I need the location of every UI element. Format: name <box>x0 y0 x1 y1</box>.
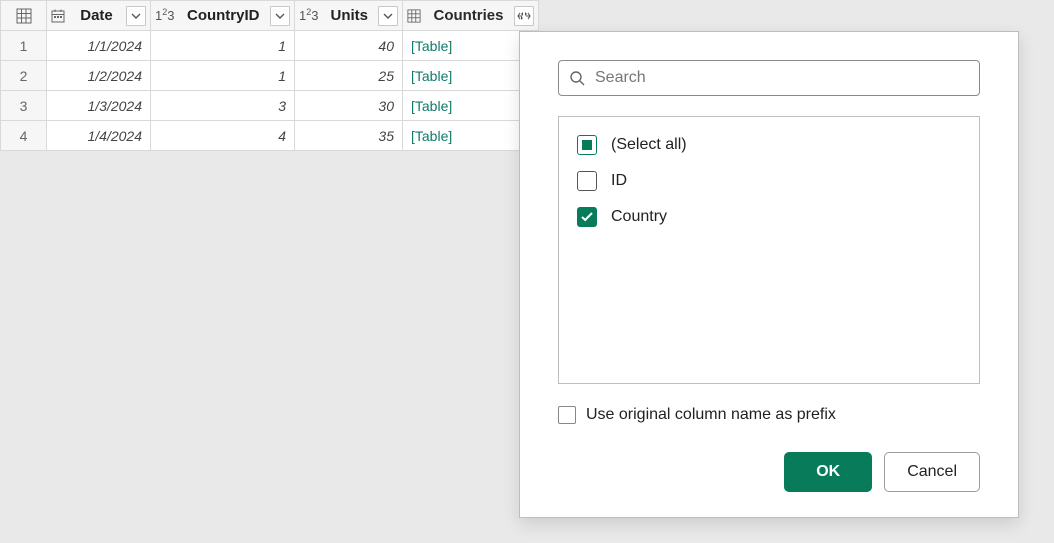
search-icon <box>569 70 585 86</box>
expand-column-button[interactable] <box>514 6 534 26</box>
cell-date[interactable]: 1/3/2024 <box>47 91 151 121</box>
column-header-units[interactable]: 123 Units <box>295 1 403 31</box>
cell-date[interactable]: 1/2/2024 <box>47 61 151 91</box>
column-option-label: Country <box>611 208 667 226</box>
data-grid: Date 123 CountryID <box>0 0 539 151</box>
column-label: Date <box>69 7 122 24</box>
cell-units[interactable]: 35 <box>295 121 403 151</box>
column-filter-button[interactable] <box>270 6 290 26</box>
prefix-option-row[interactable]: Use original column name as prefix <box>558 406 980 424</box>
row-index-cell[interactable]: 1 <box>1 31 47 61</box>
row-index-cell[interactable]: 4 <box>1 121 47 151</box>
cell-countryid[interactable]: 1 <box>151 31 295 61</box>
cell-units[interactable]: 25 <box>295 61 403 91</box>
search-input[interactable] <box>595 69 969 87</box>
columns-list: (Select all) ID Country <box>558 116 980 384</box>
column-label: Units <box>322 7 374 24</box>
expand-columns-popup: (Select all) ID Country Use original col… <box>519 31 1019 518</box>
table-row[interactable]: 21/2/2024125[Table] <box>1 61 539 91</box>
column-filter-button[interactable] <box>378 6 398 26</box>
dialog-buttons: OK Cancel <box>558 452 980 492</box>
column-header-countries[interactable]: Countries <box>403 1 539 31</box>
select-all-row[interactable]: (Select all) <box>577 135 961 155</box>
checkbox-indeterminate[interactable] <box>577 135 597 155</box>
column-option-label: ID <box>611 172 627 190</box>
table-row[interactable]: 31/3/2024330[Table] <box>1 91 539 121</box>
calendar-icon <box>51 9 65 23</box>
checkbox-checked[interactable] <box>577 207 597 227</box>
table-icon <box>407 9 421 23</box>
row-index-cell[interactable]: 2 <box>1 61 47 91</box>
number-type-icon: 123 <box>155 8 174 23</box>
row-index-header[interactable] <box>1 1 47 31</box>
select-all-label: (Select all) <box>611 136 687 154</box>
cell-date[interactable]: 1/1/2024 <box>47 31 151 61</box>
cell-units[interactable]: 40 <box>295 31 403 61</box>
table-row[interactable]: 11/1/2024140[Table] <box>1 31 539 61</box>
column-header-countryid[interactable]: 123 CountryID <box>151 1 295 31</box>
prefix-label: Use original column name as prefix <box>586 406 836 424</box>
row-index-cell[interactable]: 3 <box>1 91 47 121</box>
column-label: Countries <box>425 7 510 24</box>
cell-countryid[interactable]: 1 <box>151 61 295 91</box>
column-header-date[interactable]: Date <box>47 1 151 31</box>
cell-countryid[interactable]: 4 <box>151 121 295 151</box>
column-option-id[interactable]: ID <box>577 171 961 191</box>
checkbox-unchecked[interactable] <box>558 406 576 424</box>
column-option-country[interactable]: Country <box>577 207 961 227</box>
cell-countryid[interactable]: 3 <box>151 91 295 121</box>
cancel-button[interactable]: Cancel <box>884 452 980 492</box>
cell-units[interactable]: 30 <box>295 91 403 121</box>
column-filter-button[interactable] <box>126 6 146 26</box>
ok-button[interactable]: OK <box>784 452 872 492</box>
table-icon <box>13 5 35 27</box>
column-label: CountryID <box>178 7 266 24</box>
table-row[interactable]: 41/4/2024435[Table] <box>1 121 539 151</box>
checkbox-unchecked[interactable] <box>577 171 597 191</box>
cell-date[interactable]: 1/4/2024 <box>47 121 151 151</box>
search-field-wrap[interactable] <box>558 60 980 96</box>
number-type-icon: 123 <box>299 8 318 23</box>
